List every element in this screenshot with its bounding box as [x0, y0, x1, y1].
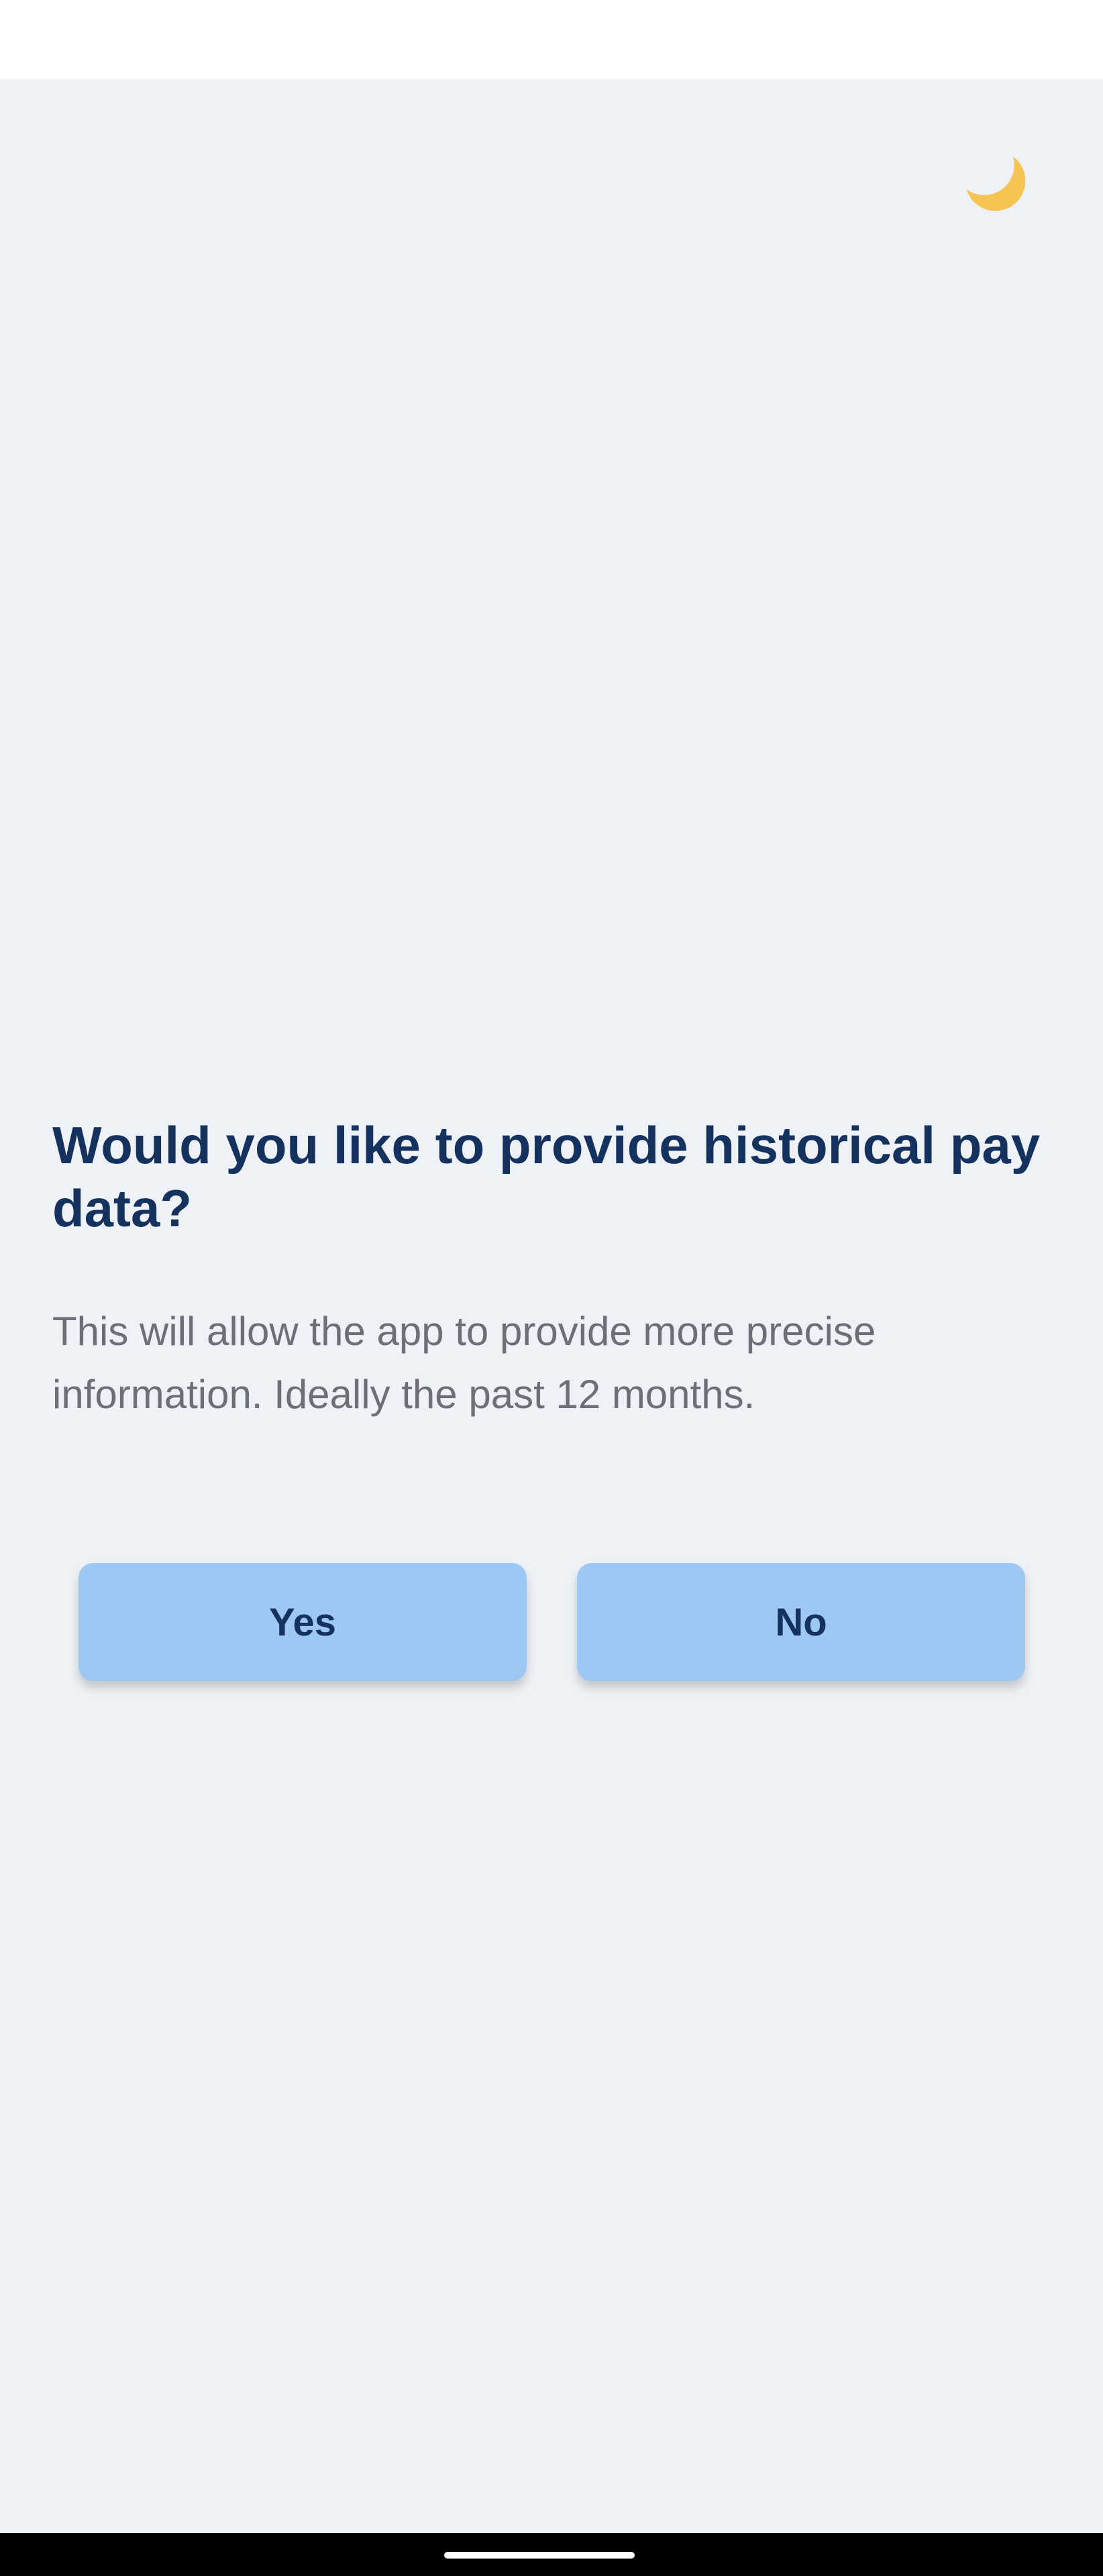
navigation-bar	[0, 2533, 1103, 2576]
home-gesture-handle[interactable]	[444, 2552, 635, 2559]
theme-toggle-button[interactable]	[954, 140, 1029, 215]
no-button[interactable]: No	[577, 1563, 1025, 1681]
question-description: This will allow the app to provide more …	[52, 1309, 876, 1417]
crescent-moon-icon	[965, 150, 1026, 211]
question-title: Would you like to provide historical pay…	[52, 1116, 1041, 1238]
yes-button[interactable]: Yes	[78, 1563, 527, 1681]
status-bar	[0, 0, 1103, 79]
